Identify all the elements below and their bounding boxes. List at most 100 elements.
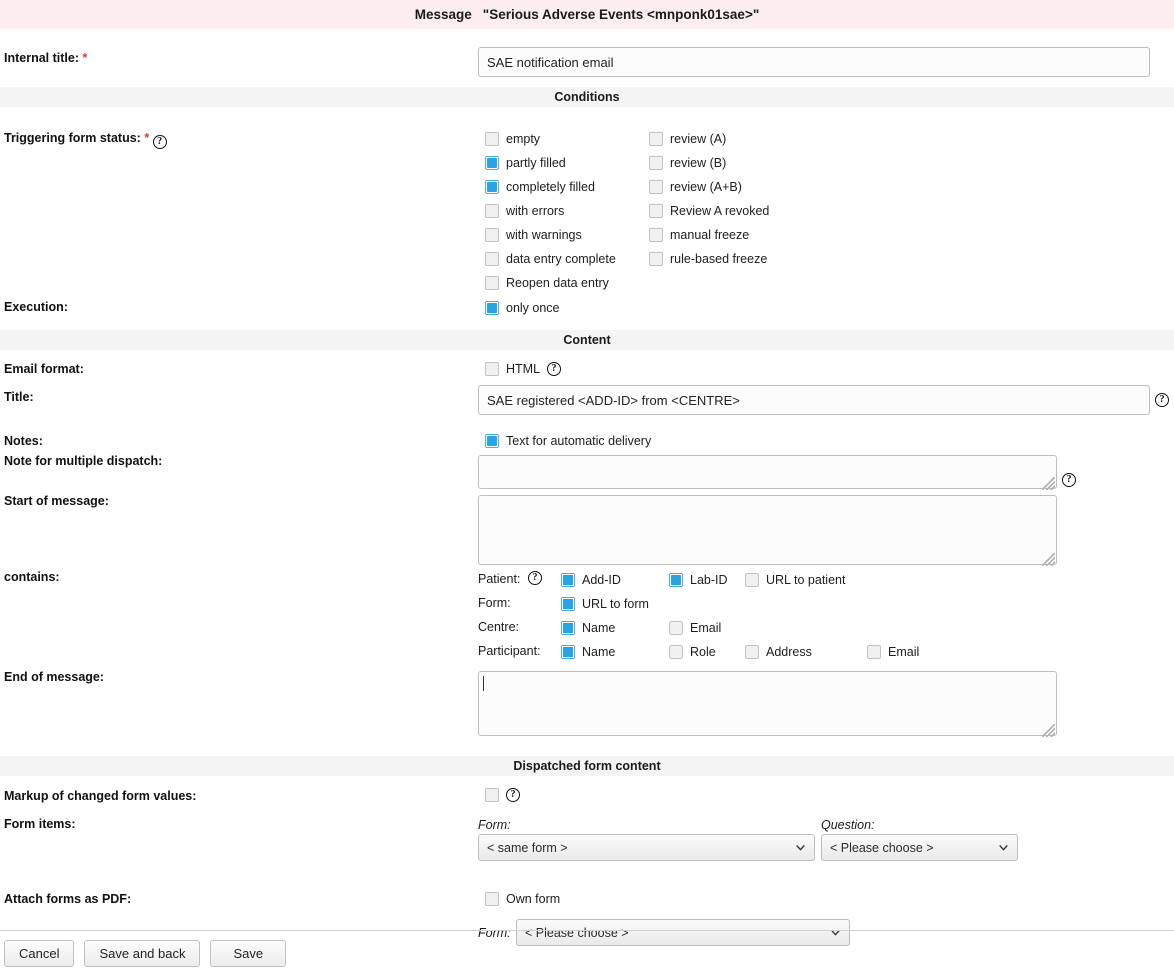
checkbox-box[interactable] xyxy=(649,180,663,194)
checkbox-box[interactable] xyxy=(669,621,683,635)
question-select-sublabel: Question: xyxy=(821,818,875,832)
checkbox-label: URL to form xyxy=(582,597,649,611)
checkbox-row[interactable]: review (A) xyxy=(649,132,769,146)
checkbox-box[interactable] xyxy=(485,156,499,170)
trigger-status-column-right: review (A) review (B) review (A+B) Revie… xyxy=(649,132,769,266)
checkbox-label: Email xyxy=(690,621,722,635)
help-circle-icon[interactable]: ? xyxy=(152,135,167,149)
question-select[interactable]: < Please choose > xyxy=(821,834,1018,861)
triggering-form-status-label: Triggering form status: * ? xyxy=(4,131,167,149)
checkbox-box[interactable] xyxy=(485,434,499,448)
checkbox-row[interactable]: with warnings xyxy=(485,228,616,242)
checkbox-row[interactable]: Add-ID xyxy=(561,573,621,587)
checkbox-box[interactable] xyxy=(485,252,499,266)
checkbox-row[interactable]: URL to form xyxy=(561,597,649,611)
checkbox-label: review (A+B) xyxy=(670,180,742,194)
start-of-message-textarea[interactable] xyxy=(478,495,1057,565)
checkbox-row[interactable]: data entry complete xyxy=(485,252,616,266)
checkbox-row[interactable]: Name xyxy=(561,645,615,659)
checkbox-box[interactable] xyxy=(669,645,683,659)
checkbox-box[interactable] xyxy=(649,252,663,266)
internal-title-label: Internal title: * xyxy=(4,51,88,65)
help-circle-icon[interactable]: ? xyxy=(547,362,562,376)
checkbox-box[interactable] xyxy=(649,204,663,218)
page-title-value: "Serious Adverse Events <mnponk01sae>" xyxy=(482,7,760,22)
checkbox-row[interactable]: Email xyxy=(867,645,919,659)
contains-group-label: Centre: xyxy=(478,620,519,634)
checkbox-row[interactable]: URL to patient xyxy=(745,573,845,587)
checkbox-row[interactable]: Reopen data entry xyxy=(485,276,616,290)
contains-group-label: Form: xyxy=(478,596,511,610)
checkbox-box[interactable] xyxy=(649,228,663,242)
required-asterisk: * xyxy=(144,131,150,145)
checkbox-box[interactable] xyxy=(485,276,499,290)
checkbox-box[interactable] xyxy=(485,204,499,218)
checkbox-box[interactable] xyxy=(745,573,759,587)
question-select-value: < Please choose > xyxy=(830,840,934,855)
checkbox-box[interactable] xyxy=(485,362,499,376)
checkbox-label: Text for automatic delivery xyxy=(506,434,652,448)
end-of-message-label: End of message: xyxy=(4,670,105,684)
checkbox-row[interactable]: Address xyxy=(745,645,812,659)
checkbox-box[interactable] xyxy=(561,597,575,611)
checkbox-label: Role xyxy=(690,645,716,659)
title-input[interactable] xyxy=(478,385,1150,415)
checkbox-box[interactable] xyxy=(485,180,499,194)
checkbox-box[interactable] xyxy=(485,301,499,315)
internal-title-input[interactable] xyxy=(478,47,1150,77)
checkbox-row[interactable]: empty xyxy=(485,132,616,146)
checkbox-label: Lab-ID xyxy=(690,573,728,587)
checkbox-label: only once xyxy=(506,301,560,315)
checkbox-row[interactable]: Lab-ID xyxy=(669,573,728,587)
execution-label: Execution: xyxy=(4,300,68,314)
checkbox-label: Name xyxy=(582,621,616,635)
checkbox-box[interactable] xyxy=(745,645,759,659)
checkbox-box[interactable] xyxy=(561,645,575,659)
end-of-message-textarea[interactable] xyxy=(478,671,1057,736)
save-button[interactable]: Save xyxy=(210,940,287,967)
checkbox-box[interactable] xyxy=(561,573,575,587)
help-circle-icon[interactable]: ? xyxy=(506,788,520,802)
checkbox-row[interactable]: manual freeze xyxy=(649,228,769,242)
checkbox-label: URL to patient xyxy=(766,573,846,587)
checkbox-row[interactable]: partly filled xyxy=(485,156,616,170)
checkbox-box[interactable] xyxy=(485,788,499,802)
checkbox-row[interactable]: Role xyxy=(669,645,716,659)
checkbox-label: Add-ID xyxy=(582,573,621,587)
checkbox-row[interactable]: Name xyxy=(561,621,615,635)
checkbox-row-only-once[interactable]: only once xyxy=(485,301,560,315)
checkbox-row-markup[interactable]: ? xyxy=(485,788,520,802)
checkbox-row[interactable]: completely filled xyxy=(485,180,616,194)
checkbox-box[interactable] xyxy=(561,621,575,635)
required-asterisk: * xyxy=(82,51,88,65)
help-circle-icon[interactable]: ? xyxy=(1155,393,1169,407)
checkbox-box[interactable] xyxy=(867,645,881,659)
trigger-status-column-left: empty partly filled completely filled wi… xyxy=(485,132,616,290)
checkbox-box[interactable] xyxy=(485,132,499,146)
checkbox-label: manual freeze xyxy=(670,228,750,242)
checkbox-label: data entry complete xyxy=(506,252,616,266)
checkbox-row[interactable]: Review A revoked xyxy=(649,204,769,218)
checkbox-row-auto-delivery[interactable]: Text for automatic delivery xyxy=(485,434,651,448)
checkbox-row-html[interactable]: HTML ? xyxy=(485,362,562,376)
checkbox-box[interactable] xyxy=(485,228,499,242)
checkbox-row[interactable]: with errors xyxy=(485,204,616,218)
checkbox-label: with errors xyxy=(506,204,565,218)
checkbox-box[interactable] xyxy=(669,573,683,587)
checkbox-label: with warnings xyxy=(506,228,582,242)
checkbox-row[interactable]: review (B) xyxy=(649,156,769,170)
help-circle-icon[interactable]: ? xyxy=(528,571,542,585)
checkbox-row-own-form[interactable]: Own form xyxy=(485,892,560,906)
help-circle-icon[interactable]: ? xyxy=(1062,473,1076,487)
checkbox-box[interactable] xyxy=(649,132,663,146)
checkbox-row[interactable]: rule-based freeze xyxy=(649,252,769,266)
conditions-section: Triggering form status: * ? empty partly… xyxy=(0,107,1174,330)
checkbox-box[interactable] xyxy=(485,892,499,906)
cancel-button[interactable]: Cancel xyxy=(4,940,75,967)
form-select[interactable]: < same form > xyxy=(478,834,815,861)
checkbox-row[interactable]: review (A+B) xyxy=(649,180,769,194)
multiple-dispatch-textarea[interactable] xyxy=(478,455,1057,489)
checkbox-box[interactable] xyxy=(649,156,663,170)
save-and-back-button[interactable]: Save and back xyxy=(84,940,201,967)
checkbox-row[interactable]: Email xyxy=(669,621,721,635)
